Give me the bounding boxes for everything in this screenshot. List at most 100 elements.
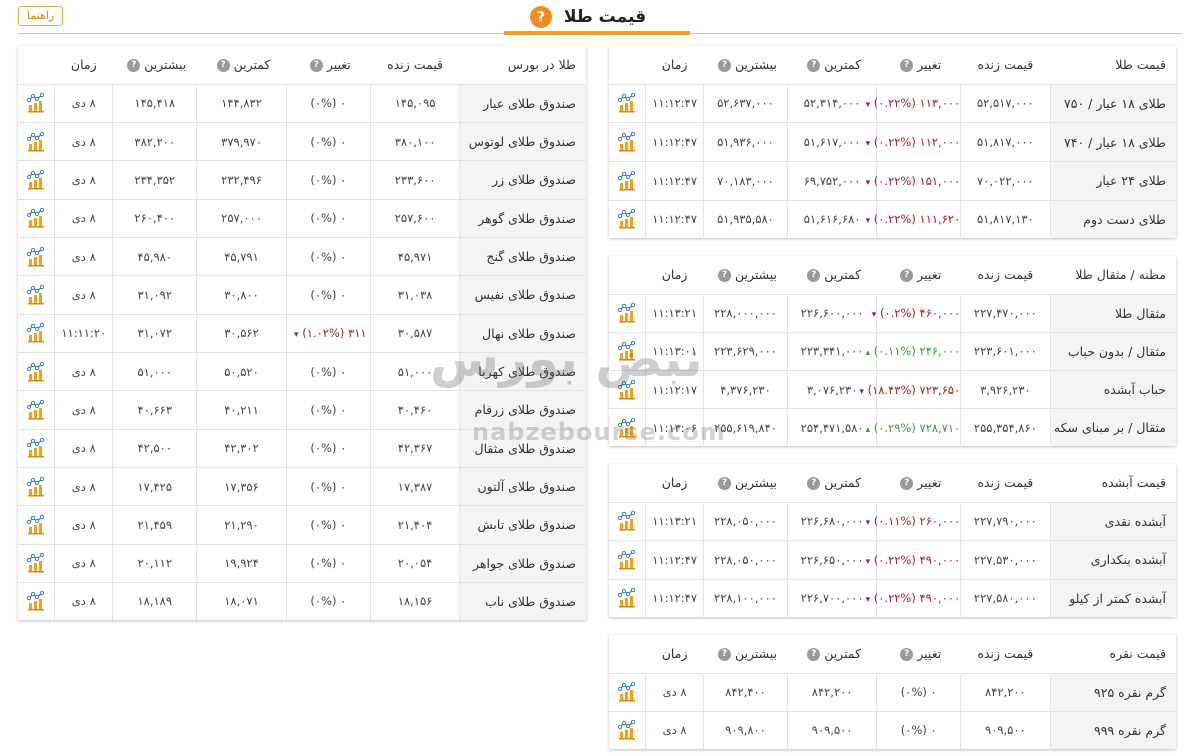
row-name: صندوق طلای لوتوس xyxy=(459,121,586,161)
chart-icon[interactable] xyxy=(26,476,46,497)
change-value: ۱۱۱,۶۲۰ (۰.۲۲%) xyxy=(873,212,961,227)
table-row[interactable]: طلای دست دوم ۵۱,۸۱۷,۱۳۰ ۱۱۱,۶۲۰ (۰.۲۲%) ▾ ۵… xyxy=(609,199,1176,238)
chart-icon[interactable] xyxy=(617,511,637,531)
chart-cell xyxy=(18,236,55,276)
question-icon[interactable]: ? xyxy=(900,59,914,73)
chart-icon[interactable] xyxy=(26,399,46,420)
table-row[interactable]: صندوق طلای نفیس ۳۱,۰۳۸ ۰ (۰%) ۳۰,۸۰۰ ۳۱,۰۹۲ ۸… xyxy=(18,275,586,315)
table-row[interactable]: گرم نقره ۹۲۵ ۸۴۲,۲۰۰ ۰ (۰%) ۸۴۲,۲۰۰ ۸۴۲,۴۰۰ ۸… xyxy=(609,672,1176,712)
chart-icon[interactable] xyxy=(617,588,637,608)
question-icon[interactable]: ? xyxy=(127,59,141,73)
table-row[interactable]: طلای ۱۸ عیار / ۷۵۰ ۵۲,۵۱۷,۰۰۰ ۱۱۳,۰۰۰ (۰.۲… xyxy=(609,83,1176,123)
table-row[interactable]: صندوق طلای آلتون ۱۷,۳۸۷ ۰ (۰%) ۱۷,۳۵۶ ۱۷,۴۲۵… xyxy=(18,466,586,506)
low-price: ۲۲۶,۶۸۰,۰۰۰ xyxy=(786,501,877,541)
table-row[interactable]: صندوق طلای کهربا ۵۱,۰۰۰ ۰ (۰%) ۵۰,۵۲۰ ۵۱,۰۰۰… xyxy=(18,351,586,391)
question-icon[interactable]: ? xyxy=(529,6,552,28)
question-icon[interactable]: ? xyxy=(717,59,731,73)
table-row[interactable]: صندوق طلای مثقال ۴۲,۳۶۷ ۰ (۰%) ۴۲,۳۰۲ ۴۲,۵۰۰… xyxy=(18,428,586,468)
chart-icon[interactable] xyxy=(26,323,46,343)
chart-icon[interactable] xyxy=(26,131,46,152)
chart-icon[interactable] xyxy=(26,514,46,535)
chart-icon[interactable] xyxy=(26,246,46,267)
column-header-label: کمترین xyxy=(824,646,862,662)
page-title-wrap: قیمت طلا ? xyxy=(486,0,690,34)
question-icon[interactable]: ? xyxy=(807,648,821,662)
chart-cell xyxy=(609,369,646,409)
column-header-chart xyxy=(609,46,646,84)
table-row[interactable]: صندوق طلای ناب ۱۸,۱۵۶ ۰ (۰%) ۱۸,۰۷۱ ۱۸,۱۸۹ ۸ … xyxy=(18,581,586,620)
row-name: طلای دست دوم xyxy=(1049,199,1176,238)
question-icon[interactable]: ? xyxy=(807,477,821,491)
high-price: ۳۸۲,۲۰۰ xyxy=(112,121,197,161)
high-price: ۷۰,۱۸۳,۰۰۰ xyxy=(703,160,788,201)
question-icon[interactable]: ? xyxy=(900,648,914,662)
column-header-label: زمان xyxy=(661,57,688,73)
table-row[interactable]: صندوق طلای گنج ۴۵,۹۷۱ ۰ (۰%) ۴۵,۷۹۱ ۴۵,۹۸۰ ۸ … xyxy=(18,236,586,276)
chart-icon[interactable] xyxy=(617,720,637,740)
chart-icon[interactable] xyxy=(617,549,637,570)
chart-cell xyxy=(18,351,55,391)
chart-icon[interactable] xyxy=(617,682,637,702)
chart-icon[interactable] xyxy=(617,93,637,113)
chart-icon[interactable] xyxy=(617,379,637,400)
change-value: ۰ (۰%) xyxy=(310,364,347,379)
chart-icon[interactable] xyxy=(26,208,46,228)
chart-icon[interactable] xyxy=(26,591,46,611)
table-row[interactable]: صندوق طلای عیار ۱۴۵,۰۹۵ ۰ (۰%) ۱۴۴,۸۳۲ ۱۴۵,۴… xyxy=(18,83,586,123)
column-header-time: زمان xyxy=(645,256,704,294)
chart-icon[interactable] xyxy=(617,170,637,191)
change-value: ۱۵۱,۰۰۰ (۰.۲۲%) xyxy=(873,173,961,188)
question-icon[interactable]: ? xyxy=(717,648,731,662)
table-row[interactable]: صندوق طلای زرفام ۴۰,۴۶۰ ۰ (۰%) ۴۰,۲۱۱ ۴۰,۶۶۳… xyxy=(18,390,586,430)
question-icon[interactable]: ? xyxy=(717,477,731,491)
chart-icon[interactable] xyxy=(26,438,46,458)
table-row[interactable]: مثقال طلا ۲۲۷,۴۷۰,۰۰۰ ۴۶۰,۰۰۰ (۰.۲%) ▾ ۲۲۶,… xyxy=(609,293,1176,333)
live-price: ۱۸,۱۵۶ xyxy=(369,581,460,620)
chart-icon[interactable] xyxy=(617,209,637,229)
chart-icon[interactable] xyxy=(617,341,637,361)
question-icon[interactable]: ? xyxy=(216,59,230,73)
table-row[interactable]: گرم نقره ۹۹۹ ۹۰۹,۵۰۰ ۰ (۰%) ۹۰۹,۵۰۰ ۹۰۹,۸۰۰ ۸… xyxy=(609,710,1176,749)
table-row[interactable]: صندوق طلای تابش ۲۱,۴۰۴ ۰ (۰%) ۲۱,۲۹۰ ۲۱,۴۵۹ ۸… xyxy=(18,505,586,545)
chart-icon[interactable] xyxy=(617,303,637,323)
live-price: ۱۴۵,۰۹۵ xyxy=(369,83,460,123)
mesghal-table: مظنه / مثقال طلا قیمت زنده تغییر ? کمترین ?… xyxy=(609,256,1176,446)
column-header-low: کمترین ? xyxy=(787,464,877,502)
chart-icon[interactable] xyxy=(26,284,46,305)
table-row[interactable]: طلای ۱۸ عیار / ۷۴۰ ۵۱,۸۱۷,۰۰۰ ۱۱۲,۰۰۰ (۰.۲… xyxy=(609,122,1176,162)
table-row[interactable]: صندوق طلای جواهر ۲۰,۰۵۴ ۰ (۰%) ۱۹,۹۲۴ ۲۰,۱۱۲… xyxy=(18,543,586,583)
table-row[interactable]: حباب آبشده ۳,۹۲۶,۲۳۰ ۷۲۳,۶۵۰ (۱۸.۴۳%) ▾ ۳,۰… xyxy=(609,369,1176,409)
table-row[interactable]: صندوق طلای گوهر ۲۵۷,۶۰۰ ۰ (۰%) ۲۵۷,۰۰۰ ۲۶۰,۴… xyxy=(18,198,586,238)
change-value: ۰ (۰%) xyxy=(310,96,347,111)
chart-icon[interactable] xyxy=(26,553,46,573)
change-value: ۱۱۳,۰۰۰ (۰.۲۲%) xyxy=(873,96,961,111)
question-icon[interactable]: ? xyxy=(717,269,731,283)
table-row[interactable]: مثقال / بدون حباب ۲۲۳,۶۰۱,۰۰۰ ۲۴۶,۰۰۰ (۰.۱… xyxy=(609,331,1176,371)
guide-button[interactable]: راهنما xyxy=(18,6,64,26)
chart-cell xyxy=(609,540,646,580)
chart-icon[interactable] xyxy=(26,169,46,190)
chart-icon[interactable] xyxy=(617,131,637,152)
chart-icon[interactable] xyxy=(26,93,46,113)
column-header-label: تغییر xyxy=(917,475,942,491)
change-value: ۰ (۰%) xyxy=(310,287,347,302)
question-icon[interactable]: ? xyxy=(807,59,821,73)
table-row[interactable]: صندوق طلای زر ۲۳۳,۶۰۰ ۰ (۰%) ۲۳۲,۴۹۶ ۲۳۴,۳۵۲… xyxy=(18,160,586,200)
table-row[interactable]: مثقال / بر مبنای سکه ۲۵۵,۳۵۴,۸۶۰ ۷۲۸,۷۱۰ (… xyxy=(609,408,1176,446)
chart-icon[interactable] xyxy=(617,417,637,438)
chart-cell xyxy=(609,710,646,749)
change-cell: ۴۶۰,۰۰۰ (۰.۲%) ▾ xyxy=(872,293,961,333)
table-row[interactable]: آبشده کمتر از کیلو ۲۲۷,۵۸۰,۰۰۰ ۴۹۰,۰۰۰ (۰.… xyxy=(609,578,1176,617)
chart-icon[interactable] xyxy=(26,361,46,382)
table-row[interactable]: صندوق طلای لوتوس ۳۸۰,۱۰۰ ۰ (۰%) ۳۷۹,۹۷۰ ۳۸۲,… xyxy=(18,121,586,161)
table-row[interactable]: آبشده بنکداری ۲۲۷,۵۳۰,۰۰۰ ۴۹۰,۰۰۰ (۰.۲۲%) … xyxy=(609,540,1176,580)
table-row[interactable]: صندوق طلای نهال ۳۰,۵۸۷ ۳۱۱ (۱.۰۲%) ▾ ۳۰,۵۶۲… xyxy=(18,313,586,353)
arrow-down-icon: ▾ xyxy=(865,216,871,227)
question-icon[interactable]: ? xyxy=(900,269,914,283)
row-name: صندوق طلای گوهر xyxy=(459,198,586,238)
question-icon[interactable]: ? xyxy=(309,59,323,73)
table-row[interactable]: آبشده نقدی ۲۲۷,۷۹۰,۰۰۰ ۲۶۰,۰۰۰ (۰.۱۱%) ▾ ۲۲… xyxy=(609,501,1176,541)
question-icon[interactable]: ? xyxy=(900,477,914,491)
table-row[interactable]: طلای ۲۴ عیار ۷۰,۰۲۲,۰۰۰ ۱۵۱,۰۰۰ (۰.۲۲%) ▾ ۶… xyxy=(609,160,1176,201)
question-icon[interactable]: ? xyxy=(807,269,821,283)
